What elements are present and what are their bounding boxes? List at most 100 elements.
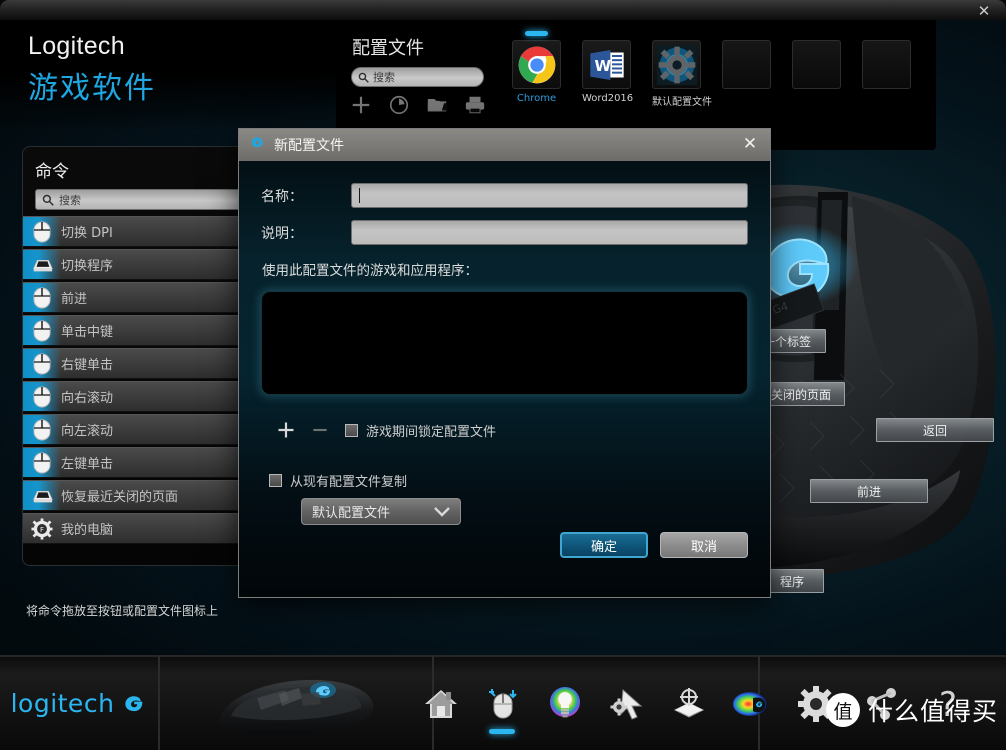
- open-folder-icon[interactable]: [426, 94, 448, 116]
- add-profile-icon[interactable]: [350, 94, 372, 116]
- commands-panel: 命令 搜索 切换 DPI 切换程序 前进 单击中键 右键单击 向右滚动 向左滚动…: [22, 146, 246, 566]
- print-icon[interactable]: [464, 94, 486, 116]
- heatmap-icon[interactable]: [731, 684, 771, 724]
- keyboard-icon: [23, 487, 61, 505]
- bottom-logo-section: logitech: [0, 656, 158, 750]
- command-label: 切换程序: [61, 259, 114, 274]
- copy-from-profile-checkbox[interactable]: [269, 474, 282, 487]
- word-icon: W: [589, 49, 624, 80]
- command-row-switch-dpi[interactable]: 切换 DPI: [23, 216, 245, 247]
- dialog-buttons: 确定 取消: [560, 532, 748, 558]
- gear-f-icon: F: [23, 517, 61, 540]
- command-label: 我的电脑: [61, 523, 114, 538]
- mouse-icon: [23, 353, 61, 375]
- ok-button[interactable]: 确定: [560, 532, 648, 558]
- commands-list: 切换 DPI 切换程序 前进 单击中键 右键单击 向右滚动 向左滚动 左键单击 …: [23, 216, 245, 544]
- apps-section-label: 使用此配置文件的游戏和应用程序：: [262, 263, 478, 279]
- keyboard-icon: [23, 256, 61, 274]
- command-row-scroll-left[interactable]: 向左滚动: [23, 414, 245, 445]
- profile-label: Chrome: [516, 93, 557, 104]
- command-label: 单击中键: [61, 325, 114, 340]
- name-field[interactable]: [351, 183, 748, 208]
- profile-tile-empty: [722, 40, 771, 89]
- profile-item-default[interactable]: 默认配置文件: [652, 40, 712, 108]
- lock-profile-checkbox[interactable]: [345, 423, 358, 437]
- command-row-middle-click[interactable]: 单击中键: [23, 315, 245, 346]
- dialog-close-icon[interactable]: ✕: [740, 134, 760, 154]
- home-icon[interactable]: [421, 684, 461, 724]
- mouse-icon: [23, 419, 61, 441]
- command-row-right-click[interactable]: 右键单击: [23, 348, 245, 379]
- mouse-label-3[interactable]: 前进: [810, 479, 928, 503]
- search-icon: [42, 194, 54, 206]
- command-label: 向右滚动: [61, 391, 114, 406]
- g502-mouse-thumbnail-icon: [218, 679, 374, 734]
- copy-source-dropdown[interactable]: 默认配置文件: [301, 498, 461, 525]
- recent-profile-icon[interactable]: [388, 94, 410, 116]
- profiles-search-input[interactable]: 搜索: [351, 67, 484, 87]
- logitech-g-icon: [125, 695, 143, 711]
- dialog-title: 新配置文件: [274, 138, 344, 154]
- mouse-icon: [23, 452, 61, 474]
- profiles-search-placeholder: 搜索: [373, 71, 395, 84]
- mouse-icon: [23, 320, 61, 342]
- surface-tuning-icon[interactable]: [669, 684, 709, 724]
- command-row-left-click[interactable]: 左键单击: [23, 447, 245, 478]
- profile-item-empty-1[interactable]: [722, 40, 771, 108]
- lock-profile-label: 游戏期间锁定配置文件: [366, 424, 497, 440]
- text-caret: [359, 188, 360, 203]
- command-row-scroll-right[interactable]: 向右滚动: [23, 381, 245, 412]
- profile-tile: [652, 40, 701, 89]
- logitech-gaming-software-window: ✕ G4 一个标签 近关闭的页面 返回 前进 程序 Logitech 游戏软件 …: [0, 0, 1006, 750]
- active-indicator: [489, 728, 515, 734]
- profiles-toolbar: [350, 94, 486, 116]
- profile-item-word2016[interactable]: W Word2016: [582, 40, 633, 108]
- pointer-settings-icon[interactable]: [607, 684, 647, 724]
- commands-search-input[interactable]: 搜索: [35, 189, 245, 210]
- remove-app-button[interactable]: [303, 417, 337, 443]
- logitech-g-icon: [249, 134, 266, 156]
- search-icon: [358, 72, 369, 83]
- profile-label: 默认配置文件: [652, 97, 712, 108]
- apps-list-toolbar: 游戏期间锁定配置文件: [269, 417, 748, 443]
- chrome-icon: [518, 46, 555, 83]
- logitech-wordmark: logitech: [10, 689, 115, 718]
- command-label: 切换 DPI: [61, 226, 113, 241]
- profile-item-empty-3[interactable]: [862, 40, 911, 108]
- svg-text:W: W: [594, 56, 611, 74]
- profile-item-empty-2[interactable]: [792, 40, 841, 108]
- add-app-button[interactable]: [269, 417, 303, 443]
- lighting-icon[interactable]: [545, 684, 585, 724]
- profile-item-chrome[interactable]: Chrome: [512, 31, 561, 108]
- cancel-button[interactable]: 取消: [660, 532, 748, 558]
- command-label: 前进: [61, 292, 88, 307]
- command-label: 左键单击: [61, 457, 114, 472]
- command-row-reopen-closed-page[interactable]: 恢复最近关闭的页面: [23, 480, 245, 511]
- name-field-label: 名称：: [261, 188, 303, 205]
- mouse-label-2[interactable]: 返回: [876, 418, 994, 442]
- profile-tile: [512, 40, 561, 89]
- command-label: 右键单击: [61, 358, 114, 373]
- command-row-forward[interactable]: 前进: [23, 282, 245, 313]
- plus-icon: [278, 422, 294, 438]
- command-row-switch-program[interactable]: 切换程序: [23, 249, 245, 280]
- lock-profile-row[interactable]: 游戏期间锁定配置文件: [345, 421, 496, 440]
- description-field[interactable]: [351, 220, 748, 245]
- command-row-my-computer[interactable]: F 我的电脑: [23, 513, 245, 544]
- device-thumbnail-section[interactable]: [160, 656, 432, 750]
- window-close-icon[interactable]: ✕: [974, 3, 994, 19]
- bottom-nav-icons: [421, 684, 771, 734]
- description-field-label: 说明：: [261, 225, 303, 242]
- chevron-down-icon: [434, 506, 450, 517]
- copy-from-profile-label: 从现有配置文件复制: [290, 475, 408, 490]
- bottom-nav-section: [425, 656, 767, 750]
- profile-icon-list: Chrome W Word2016 默认配置文件: [512, 31, 911, 108]
- svg-text:F: F: [40, 526, 44, 534]
- copy-from-profile-row[interactable]: 从现有配置文件复制: [269, 471, 748, 490]
- minus-icon: [313, 428, 327, 432]
- brand-logitech: Logitech: [28, 32, 125, 60]
- dialog-titlebar: 新配置文件 ✕: [239, 129, 770, 161]
- associated-apps-list[interactable]: [261, 291, 748, 395]
- mouse-settings-icon[interactable]: [483, 684, 523, 734]
- profile-tile-empty: [862, 40, 911, 89]
